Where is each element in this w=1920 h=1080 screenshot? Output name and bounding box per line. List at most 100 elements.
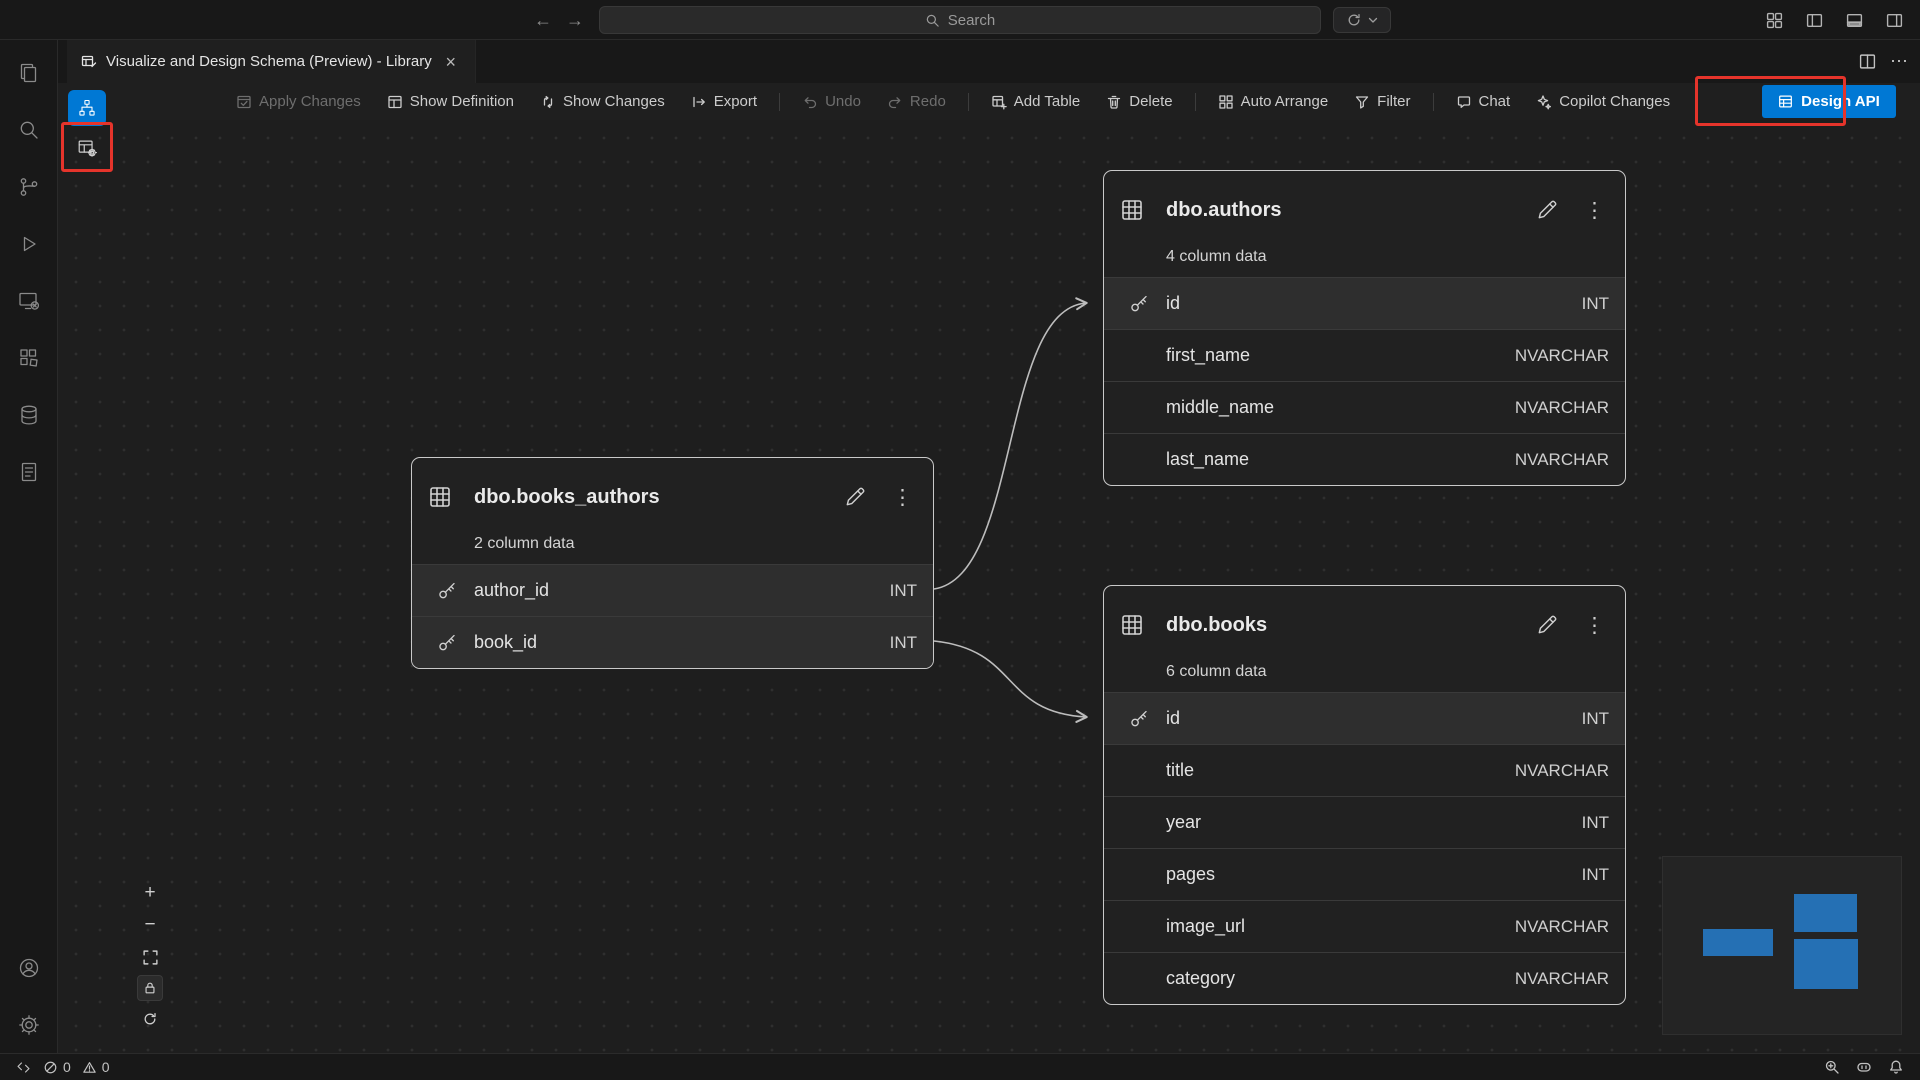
remote-explorer-icon: [17, 289, 41, 313]
title-bar: ← → Search: [0, 0, 1920, 40]
forward-arrow-icon: →: [566, 10, 584, 31]
table-row[interactable]: id INT: [1104, 692, 1625, 744]
schema-designer-tab-icon: [81, 54, 97, 70]
table-card-books[interactable]: dbo.books ⋮ 6 column data id INT title N…: [1103, 585, 1626, 1005]
column-name: category: [1166, 968, 1235, 989]
toggle-panel-icon[interactable]: [1842, 8, 1866, 32]
export-button[interactable]: Export: [678, 88, 770, 116]
nav-forward-button[interactable]: →: [562, 8, 588, 32]
search-input[interactable]: Search: [599, 6, 1321, 34]
customize-layout-icon[interactable]: [1762, 8, 1786, 32]
fit-to-screen-button[interactable]: [136, 943, 164, 971]
table-row[interactable]: book_id INT: [412, 616, 933, 668]
split-editor-icon[interactable]: [1859, 53, 1876, 70]
primary-key-icon: [412, 580, 474, 601]
minimap[interactable]: [1662, 856, 1902, 1035]
problems-indicator[interactable]: 0 0: [37, 1054, 116, 1080]
schema-file-icon: [17, 460, 41, 484]
primary-key-icon: [412, 632, 474, 653]
edit-pencil-icon[interactable]: [1536, 614, 1558, 636]
show-definition-button[interactable]: Show Definition: [374, 88, 527, 116]
copilot-status-icon[interactable]: [1850, 1059, 1878, 1075]
apply-changes-icon: [236, 94, 252, 110]
kebab-menu-icon[interactable]: ⋮: [892, 487, 913, 508]
toggle-secondary-sidebar-icon[interactable]: [1882, 8, 1906, 32]
sidebar-item-source-control[interactable]: [5, 158, 53, 215]
schema-definitions-button[interactable]: [68, 130, 106, 166]
column-name: pages: [1166, 864, 1215, 885]
table-row[interactable]: id INT: [1104, 277, 1625, 329]
sidebar-item-extensions[interactable]: [5, 329, 53, 386]
titlebar-layout-controls: [1762, 8, 1906, 32]
app-window: ← → Search: [0, 0, 1920, 1080]
tab-close-icon[interactable]: ×: [441, 52, 461, 72]
show-changes-button[interactable]: Show Changes: [527, 88, 678, 116]
table-actions: ⋮: [1536, 199, 1605, 221]
column-name: image_url: [1166, 916, 1245, 937]
filter-button[interactable]: Filter: [1341, 88, 1423, 116]
chat-button[interactable]: Chat: [1443, 88, 1524, 116]
table-gear-icon: [76, 137, 98, 159]
search-placeholder: Search: [948, 12, 996, 29]
table-row[interactable]: first_name NVARCHAR: [1104, 329, 1625, 381]
zoom-indicator[interactable]: [1818, 1059, 1846, 1075]
edit-pencil-icon[interactable]: [1536, 199, 1558, 221]
schema-diagram-view-button[interactable]: [68, 90, 106, 126]
delete-button[interactable]: Delete: [1093, 88, 1185, 116]
layout-mode-dropdown[interactable]: [1333, 7, 1391, 33]
apply-changes-button[interactable]: Apply Changes: [223, 88, 374, 116]
lock-position-button[interactable]: [137, 975, 163, 1001]
copilot-changes-button[interactable]: Copilot Changes: [1523, 88, 1683, 116]
table-row[interactable]: title NVARCHAR: [1104, 744, 1625, 796]
tab-schema-designer[interactable]: Visualize and Design Schema (Preview) - …: [67, 40, 476, 83]
table-row[interactable]: middle_name NVARCHAR: [1104, 381, 1625, 433]
table-card-books-authors[interactable]: dbo.books_authors ⋮ 2 column data author…: [411, 457, 934, 669]
sidebar-item-settings[interactable]: [5, 996, 53, 1053]
table-row[interactable]: last_name NVARCHAR: [1104, 433, 1625, 485]
column-type: INT: [1582, 865, 1609, 885]
column-name: title: [1166, 760, 1194, 781]
edit-pencil-icon[interactable]: [844, 486, 866, 508]
nav-back-button[interactable]: ←: [530, 8, 556, 32]
sidebar-item-search[interactable]: [5, 101, 53, 158]
sync-icon: [1346, 12, 1362, 28]
design-api-button[interactable]: Design API: [1762, 85, 1896, 118]
search-icon: [17, 118, 41, 142]
sidebar-item-remote-explorer[interactable]: [5, 272, 53, 329]
remote-indicator[interactable]: [10, 1054, 37, 1080]
notifications-bell-icon[interactable]: [1882, 1059, 1910, 1075]
table-row[interactable]: author_id INT: [412, 564, 933, 616]
undo-button[interactable]: Undo: [789, 88, 874, 116]
activity-bar: [0, 40, 58, 1053]
auto-layout-button[interactable]: [136, 1005, 164, 1033]
kebab-menu-icon[interactable]: ⋮: [1584, 615, 1605, 636]
canvas-zoom-controls: + −: [136, 879, 164, 1033]
table-grid-icon: [1120, 613, 1146, 637]
column-type: NVARCHAR: [1515, 969, 1609, 989]
zoom-out-button[interactable]: −: [136, 911, 164, 939]
column-name: author_id: [474, 580, 549, 601]
add-table-button[interactable]: Add Table: [978, 88, 1093, 116]
sidebar-item-explorer[interactable]: [5, 44, 53, 101]
schema-canvas[interactable]: [58, 120, 1920, 1053]
show-changes-icon: [540, 94, 556, 110]
auto-arrange-button[interactable]: Auto Arrange: [1205, 88, 1342, 116]
kebab-menu-icon[interactable]: ⋮: [1584, 200, 1605, 221]
table-actions: ⋮: [1536, 614, 1605, 636]
sidebar-item-account[interactable]: [5, 939, 53, 996]
table-row[interactable]: year INT: [1104, 796, 1625, 848]
redo-button[interactable]: Redo: [874, 88, 959, 116]
table-row[interactable]: pages INT: [1104, 848, 1625, 900]
sidebar-item-schema-designer[interactable]: [5, 443, 53, 500]
more-actions-icon[interactable]: ⋯: [1890, 51, 1908, 72]
sidebar-item-run-debug[interactable]: [5, 215, 53, 272]
sidebar-item-database[interactable]: [5, 386, 53, 443]
table-row[interactable]: category NVARCHAR: [1104, 952, 1625, 1004]
statusbar-right: [1818, 1059, 1910, 1075]
export-icon: [691, 94, 707, 110]
zoom-in-button[interactable]: +: [136, 879, 164, 907]
table-card-authors[interactable]: dbo.authors ⋮ 4 column data id INT first…: [1103, 170, 1626, 486]
table-row[interactable]: image_url NVARCHAR: [1104, 900, 1625, 952]
toggle-sidebar-icon[interactable]: [1802, 8, 1826, 32]
minimap-node-authors: [1794, 894, 1857, 932]
